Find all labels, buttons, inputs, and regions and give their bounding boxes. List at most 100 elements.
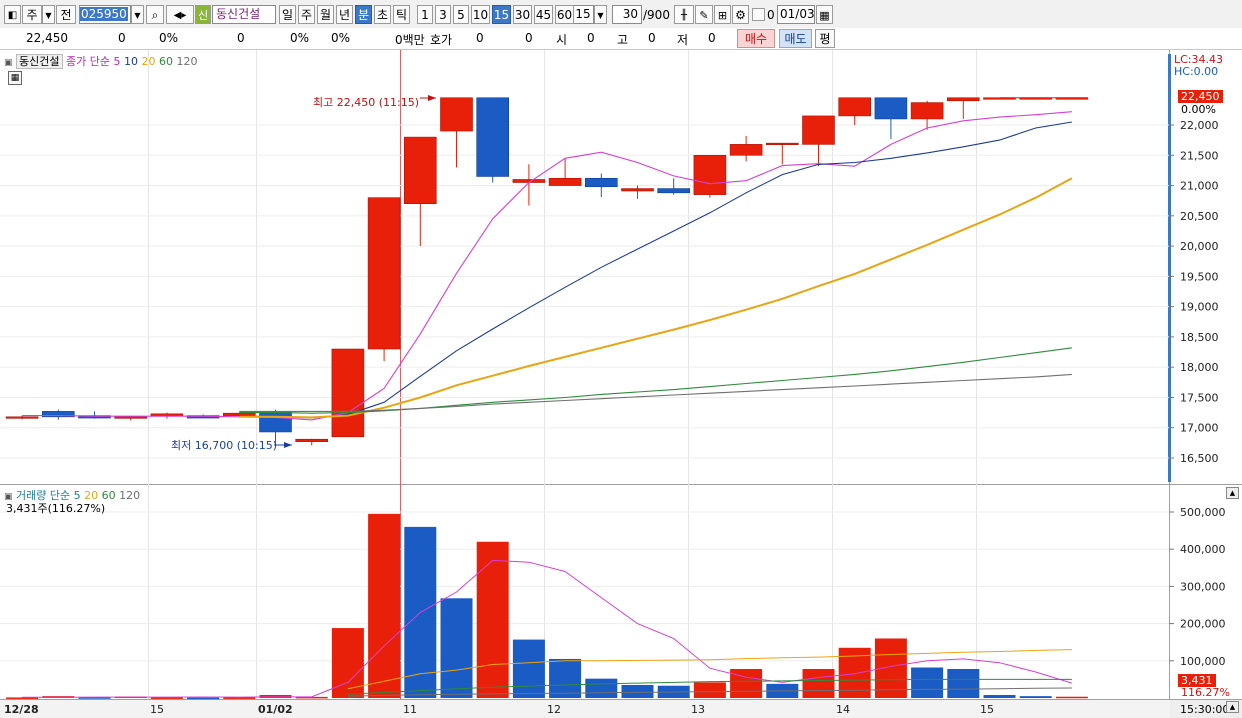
price-tick-label-10: 21,500	[1180, 149, 1219, 162]
x-axis-label-4: 12	[547, 703, 561, 716]
candle-body-16	[584, 177, 618, 188]
info-price: 22,450	[26, 31, 68, 45]
info-open-value: 0	[587, 31, 595, 45]
interval-button-30[interactable]: 30	[513, 5, 532, 24]
sell-button[interactable]: 매도	[779, 29, 812, 48]
price-tick-label-1: 17,000	[1180, 422, 1219, 435]
info-f1: 0	[237, 31, 245, 45]
volume-bar-15	[549, 658, 582, 698]
volume-bar-13	[476, 541, 509, 698]
price-tick-label-4: 18,500	[1180, 331, 1219, 344]
table-toggle-icon[interactable]: ▦	[8, 71, 22, 85]
price-tick-label-9: 21,000	[1180, 180, 1219, 193]
interval-dropdown-icon[interactable]: ▼	[594, 5, 607, 24]
candle-body-3	[114, 416, 147, 419]
candle-body-19	[693, 154, 727, 195]
interval-button-45[interactable]: 45	[534, 5, 553, 24]
x-axis-label-3: 11	[403, 703, 417, 716]
x-axis-label-7: 15	[980, 703, 994, 716]
count-input[interactable]: 30	[612, 5, 642, 24]
stock-chart[interactable]: 16,500 17,000 17,500 18,000 18,500 19,000 19,5…	[0, 50, 1242, 718]
legend-ma120: 120	[176, 55, 198, 68]
volume-bar-19	[693, 682, 726, 698]
quote-info-bar: 22,450 0 0% 0 0% 0% 0백만 호가 0 0 시 0 고 0 저…	[0, 28, 1242, 50]
volume-bar-17	[621, 684, 654, 698]
date-input[interactable]: 01/03	[777, 5, 815, 24]
candle-body-20	[729, 144, 763, 156]
period-button-0[interactable]: 일	[279, 5, 296, 24]
axis-menu-icon[interactable]: ▲	[1226, 701, 1239, 713]
calendar-icon[interactable]: ▦	[816, 5, 833, 24]
volume-bar-27	[983, 695, 1016, 698]
info-change-pct: 0%	[159, 31, 179, 45]
count-max: /900	[643, 8, 670, 22]
period-button-3[interactable]: 년	[336, 5, 353, 24]
chart-type-icon[interactable]: ◧	[4, 5, 21, 24]
draw-tool-icon[interactable]: ✎	[695, 5, 713, 24]
prev-button[interactable]: 전	[56, 5, 76, 24]
period-button-6[interactable]: 틱	[393, 5, 410, 24]
x-axis-label-6: 14	[836, 703, 850, 716]
date-checkbox[interactable]	[752, 8, 765, 21]
interval-button-5[interactable]: 5	[453, 5, 469, 24]
info-low-label: 저	[677, 33, 689, 47]
interval-button-15[interactable]: 15	[492, 5, 511, 24]
price-tick-label-6: 19,500	[1180, 270, 1219, 283]
hc-label: HC:0.00	[1174, 65, 1219, 78]
interval-button-3[interactable]: 3	[435, 5, 451, 24]
tool-grid-icon[interactable]: ⊞	[714, 5, 731, 24]
interval-select[interactable]: 15	[572, 5, 594, 24]
volume-bar-5	[187, 697, 220, 700]
volume-bar-29	[1055, 696, 1088, 699]
info-v2: 0	[525, 31, 533, 45]
info-open-label: 시	[556, 33, 568, 47]
volume-panel-menu-icon[interactable]: ▲	[1226, 487, 1239, 499]
stock-code-input[interactable]: 025950	[79, 5, 131, 24]
info-hoga-label: 호가	[430, 33, 453, 47]
shin-badge: 신	[195, 5, 211, 24]
candle-body-25	[910, 102, 944, 120]
type-dropdown-icon[interactable]: ▼	[42, 5, 55, 24]
volume-bar-22	[802, 668, 835, 698]
volume-bar-6	[223, 697, 256, 699]
candle-settings-icon[interactable]: ╫	[674, 5, 694, 24]
current-price-marker: 22,450	[1178, 90, 1223, 103]
info-amount: 0백만	[395, 33, 425, 47]
period-button-2[interactable]: 월	[317, 5, 334, 24]
gear-icon[interactable]: ⚙	[732, 5, 749, 24]
info-hoga-value: 0	[476, 31, 484, 45]
period-button-1[interactable]: 주	[298, 5, 315, 24]
legend-ma60: 60	[158, 55, 173, 68]
search-icon[interactable]: ⌕	[146, 5, 164, 24]
volume-bar-25	[911, 667, 944, 698]
buy-button[interactable]: 매수	[737, 29, 775, 48]
candle-body-4	[150, 413, 184, 416]
period-button-5[interactable]: 초	[374, 5, 391, 24]
info-f2-pct: 0%	[331, 31, 351, 45]
x-axis-label-2: 01/02	[258, 703, 293, 716]
volume-bar-28	[1019, 696, 1052, 698]
volume-bar-9	[331, 628, 364, 698]
interval-button-10[interactable]: 10	[471, 5, 490, 24]
checkbox-label: 0	[767, 8, 775, 22]
price-tick-label-0: 16,500	[1180, 452, 1219, 465]
interval-button-60[interactable]: 60	[555, 5, 574, 24]
candle-body-26	[946, 97, 980, 102]
stock-code-dropdown-icon[interactable]: ▼	[131, 5, 144, 24]
candle-body-0	[5, 416, 39, 419]
volume-bar-20	[730, 668, 763, 698]
price-tick-label-8: 20,500	[1180, 210, 1219, 223]
type-select[interactable]: 주	[22, 5, 42, 24]
sound-icon[interactable]: ◀▸	[166, 5, 194, 24]
price-legend: ▣ 동신건설 종가 단순 5 10 20 60 120	[4, 53, 197, 69]
volume-current-pct: 116.27%	[1181, 686, 1230, 699]
avg-button[interactable]: 평	[815, 29, 835, 48]
interval-button-1[interactable]: 1	[417, 5, 433, 24]
info-change: 0	[118, 31, 126, 45]
candle-body-12	[440, 97, 473, 132]
stock-name-field[interactable]: 동신건설	[212, 5, 276, 24]
volume-bar-26	[947, 668, 980, 698]
current-pct-label: 0.00%	[1181, 103, 1216, 116]
candle-body-24	[874, 97, 908, 120]
period-button-4[interactable]: 분	[355, 5, 372, 24]
